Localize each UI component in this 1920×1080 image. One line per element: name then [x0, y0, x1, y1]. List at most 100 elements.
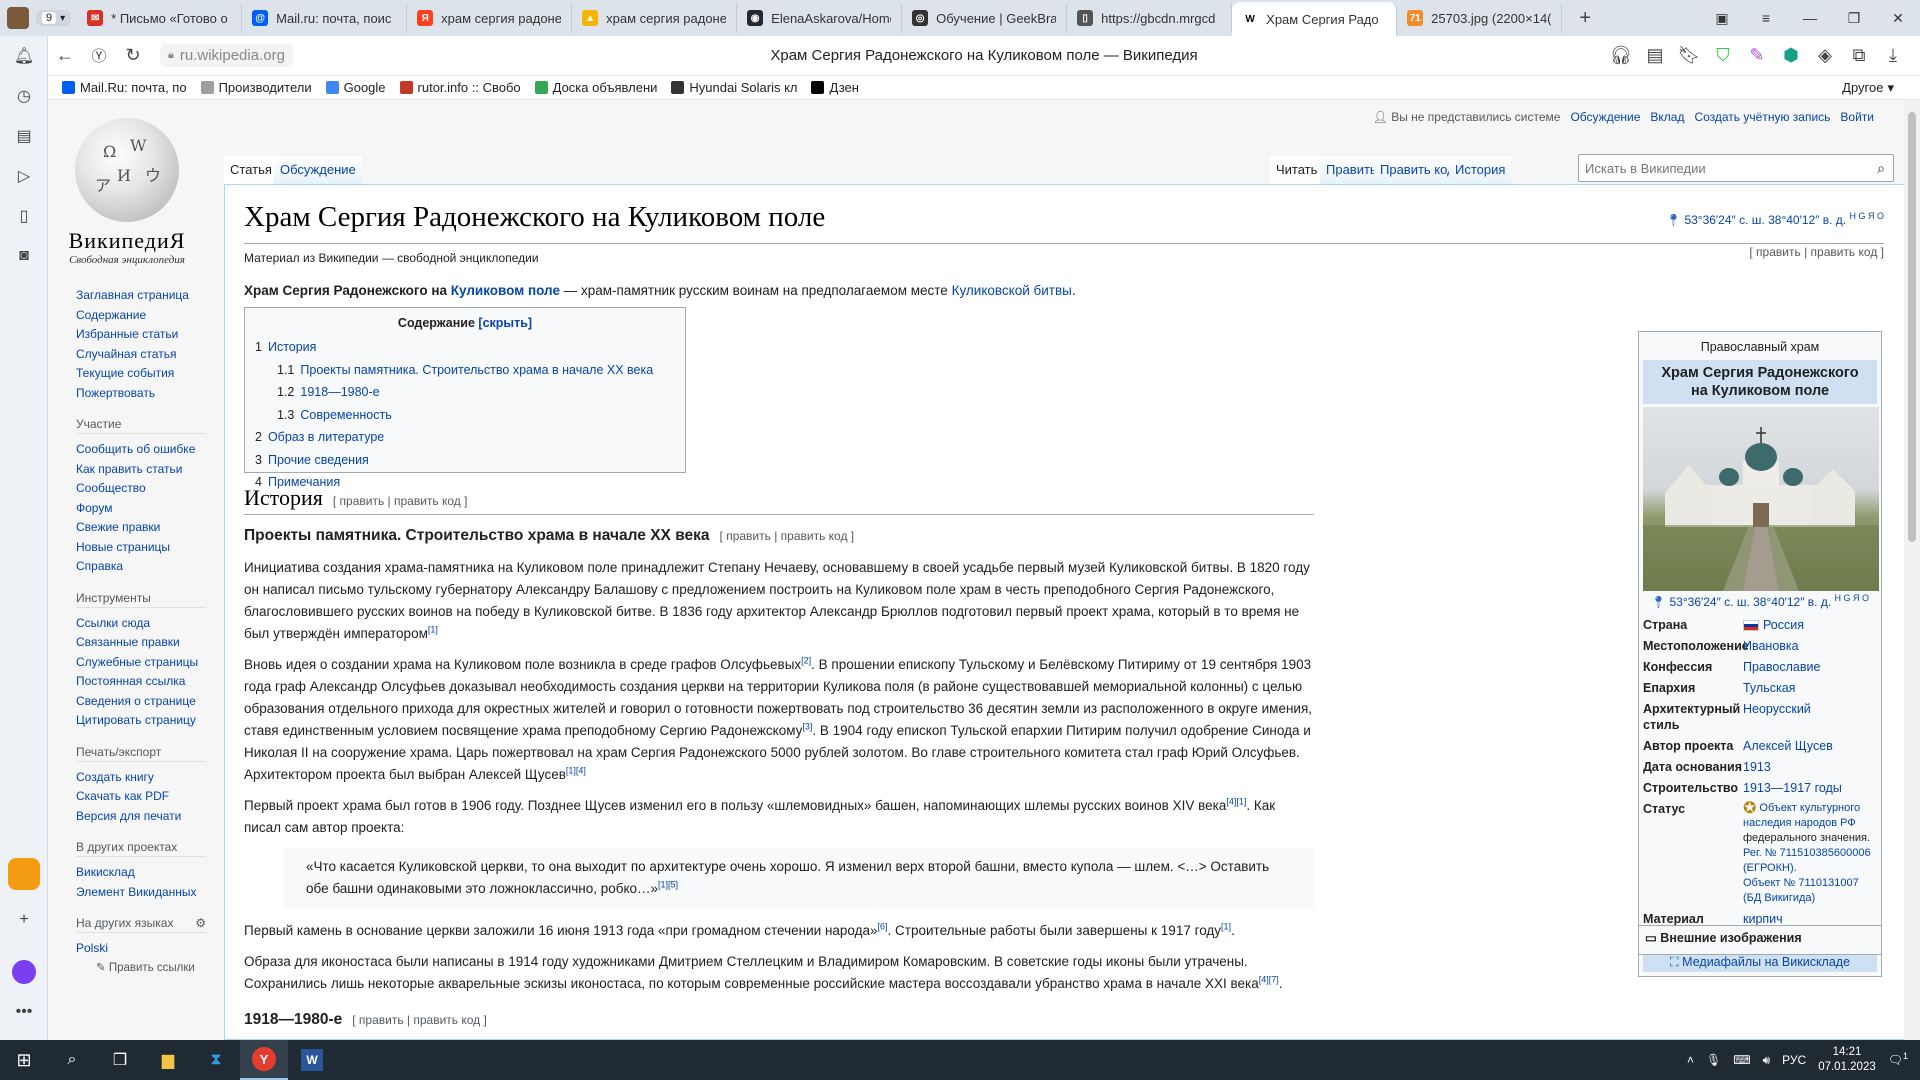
sidebar-link[interactable]: Ссылки сюда [76, 614, 226, 634]
sidebar-link[interactable]: Сообщество [76, 479, 226, 499]
search-icon[interactable]: ⌕ [1877, 160, 1885, 177]
contributions-link[interactable]: Вклад [1650, 110, 1684, 124]
sidebar-link[interactable]: Свежие правки [76, 518, 226, 538]
ref[interactable]: [1][5] [658, 880, 678, 890]
vscode-icon[interactable]: ⧗ [192, 1040, 240, 1080]
infobox-coordinates-services[interactable]: H G Я O [1835, 593, 1870, 603]
more-icon[interactable]: ••• [0, 992, 48, 1032]
toc-item[interactable]: 3 Прочие сведения [255, 449, 675, 472]
ref[interactable]: [3] [802, 722, 812, 732]
infobox-value[interactable]: 1913—1917 годы [1743, 780, 1877, 796]
ref[interactable]: [1] [428, 625, 438, 635]
browser-tab[interactable]: ▯ https://gbcdn.mrgcd [1067, 3, 1233, 33]
search-input[interactable]: Искать в Википедии ⌕ [1578, 154, 1894, 182]
bookmark-item[interactable]: Доска объявлени [534, 80, 657, 95]
sidebar-link[interactable]: Служебные страницы [76, 653, 226, 673]
clock[interactable]: 14:21 07.01.2023 [1818, 1045, 1876, 1075]
wikipedia-logo[interactable]: ΩWИウア ВикипедиЯ Свободная энциклопедия [62, 118, 192, 266]
infobox-value[interactable]: Алексей Щусев [1743, 738, 1877, 754]
app-icon[interactable] [8, 858, 40, 890]
back-icon[interactable]: ← [48, 40, 82, 72]
notifications-icon[interactable]: 🗨︎1 [1888, 1052, 1908, 1068]
bookmark-item[interactable]: rutor.info :: Свобо [399, 80, 521, 95]
subsection-2-edit-links[interactable]: [ править | править код ] [352, 1013, 487, 1027]
sidebar-link[interactable]: Связанные правки [76, 633, 226, 653]
status-line[interactable]: Объект № 7110131007 (БД Викигида) [1743, 876, 1877, 906]
sidebar-link[interactable]: Цитировать страницу [76, 711, 226, 731]
volume-icon[interactable]: 🔊︎ [1763, 1053, 1771, 1068]
restore-icon[interactable]: ❐ [1832, 0, 1876, 36]
sidebar-link[interactable]: Заглавная страница [76, 286, 226, 306]
toc-item[interactable]: 1.1 Проекты памятника. Строительство храм… [255, 359, 675, 382]
sidebar-link[interactable]: Текущие события [76, 364, 226, 384]
browser-tab[interactable]: 71 25703.jpg (2200×14( [1397, 3, 1563, 33]
search-icon[interactable]: ⌕ [48, 1040, 96, 1080]
task-view-icon[interactable]: ❒ [96, 1040, 144, 1080]
coordinates-link[interactable]: 53°36′24″ с. ш. 38°40′12″ в. д. [1684, 213, 1846, 227]
toc-item[interactable]: 1.3 Современность [255, 404, 675, 427]
sidebar-link[interactable]: Постоянная ссылка [76, 672, 226, 692]
infobox-value[interactable]: Неорусский [1743, 701, 1877, 733]
close-icon[interactable]: ✕ [1876, 0, 1920, 36]
url-field[interactable]: 🔒︎ ru.wikipedia.org [160, 44, 293, 67]
external-images-box[interactable]: ▭ Внешние изображения [1638, 925, 1882, 955]
status-line[interactable]: Рег. № 711510385600006 [1743, 846, 1877, 861]
extensions-icon[interactable]: ⧉ [1842, 40, 1876, 72]
browser-tab[interactable]: ✉ * Письмо «Готово о [77, 3, 243, 33]
sidebar-link[interactable]: Содержание [76, 306, 226, 326]
tabs-menu-icon[interactable]: ▣ [1700, 0, 1744, 36]
ref[interactable]: [6] [878, 922, 888, 932]
bell-icon[interactable]: 🔔︎ [0, 36, 48, 76]
section-edit-links[interactable]: [ править | править код ] [333, 494, 468, 508]
extension-icon[interactable]: ⬢ [1774, 40, 1808, 72]
ref[interactable]: [1][4] [566, 766, 586, 776]
reader-icon[interactable]: ▤ [1638, 40, 1672, 72]
kulikovo-battle-link[interactable]: Куликовской битвы [952, 283, 1072, 298]
bookmark-item[interactable]: Дзен [811, 80, 859, 95]
vpn-icon[interactable]: ◈ [1808, 40, 1842, 72]
history-icon[interactable]: ◷ [0, 76, 48, 116]
login-link[interactable]: Войти [1840, 110, 1874, 124]
infobox-value[interactable]: Православие [1743, 659, 1877, 675]
reload-icon[interactable]: ↻ [116, 40, 150, 72]
microphone-icon[interactable]: 🎙︎ [1706, 1053, 1721, 1067]
bookmark-icon[interactable]: 🔖︎ [1672, 40, 1706, 72]
screenshot-icon[interactable]: ◙ [0, 236, 48, 276]
status-line[interactable]: (ЕГРОКН). [1743, 861, 1877, 876]
file-explorer-icon[interactable]: ▆ [144, 1040, 192, 1080]
word-icon[interactable]: W [288, 1040, 336, 1080]
video-icon[interactable]: ▷ [0, 156, 48, 196]
chevron-up-icon[interactable]: ˄ [1687, 1053, 1694, 1067]
talk-link[interactable]: Обсуждение [1570, 110, 1640, 124]
kulikovo-field-link[interactable]: Куликовом поле [451, 283, 560, 298]
new-tab-button[interactable]: + [1570, 3, 1600, 33]
sidebar-link[interactable]: Викисклад [76, 863, 226, 883]
sidebar-link[interactable]: Скачать как PDF [76, 787, 226, 807]
windows-start-icon[interactable]: ⊞ [0, 1040, 48, 1080]
sidebar-link[interactable]: Новые страницы [76, 538, 226, 558]
download-icon[interactable]: ⤓ [1876, 40, 1910, 72]
bookmark-item[interactable]: Hyundai Solaris кл [671, 80, 797, 95]
infobox-value[interactable]: Россия [1743, 617, 1877, 633]
profile-avatar[interactable] [0, 3, 36, 33]
browser-tab[interactable]: ◉ ElenaAskarova/Home [737, 3, 903, 33]
browser-tab[interactable]: ▲ храм сергия радоне [572, 3, 738, 33]
shield-icon[interactable]: ⛉ [1706, 40, 1740, 72]
tab-article[interactable]: Статья [224, 156, 278, 184]
alice-icon[interactable] [12, 960, 36, 984]
sidebar-link[interactable]: Сообщить об ошибке [76, 440, 226, 460]
create-account-link[interactable]: Создать учётную запись [1694, 110, 1830, 124]
sidebar-link[interactable]: Элемент Викиданных [76, 883, 226, 903]
language-indicator[interactable]: РУС [1782, 1053, 1806, 1067]
sidebar-link[interactable]: Справка [76, 557, 226, 577]
infobox-value[interactable]: 1913 [1743, 759, 1877, 775]
minimize-icon[interactable]: — [1788, 0, 1832, 36]
infobox-coordinates[interactable]: 📍︎ 53°36′24″ с. ш. 38°40′12″ в. д. H G Я… [1643, 593, 1877, 610]
sidebar-link[interactable]: Сведения о странице [76, 692, 226, 712]
pen-icon[interactable]: ✎ [1740, 40, 1774, 72]
bookmark-item[interactable]: Google [325, 80, 386, 95]
lead-edit-links[interactable]: [ править | править код ] [1749, 245, 1884, 259]
menu-icon[interactable]: ≡ [1744, 0, 1788, 36]
tab-history[interactable]: История [1449, 156, 1512, 184]
church-photo[interactable] [1643, 407, 1879, 591]
